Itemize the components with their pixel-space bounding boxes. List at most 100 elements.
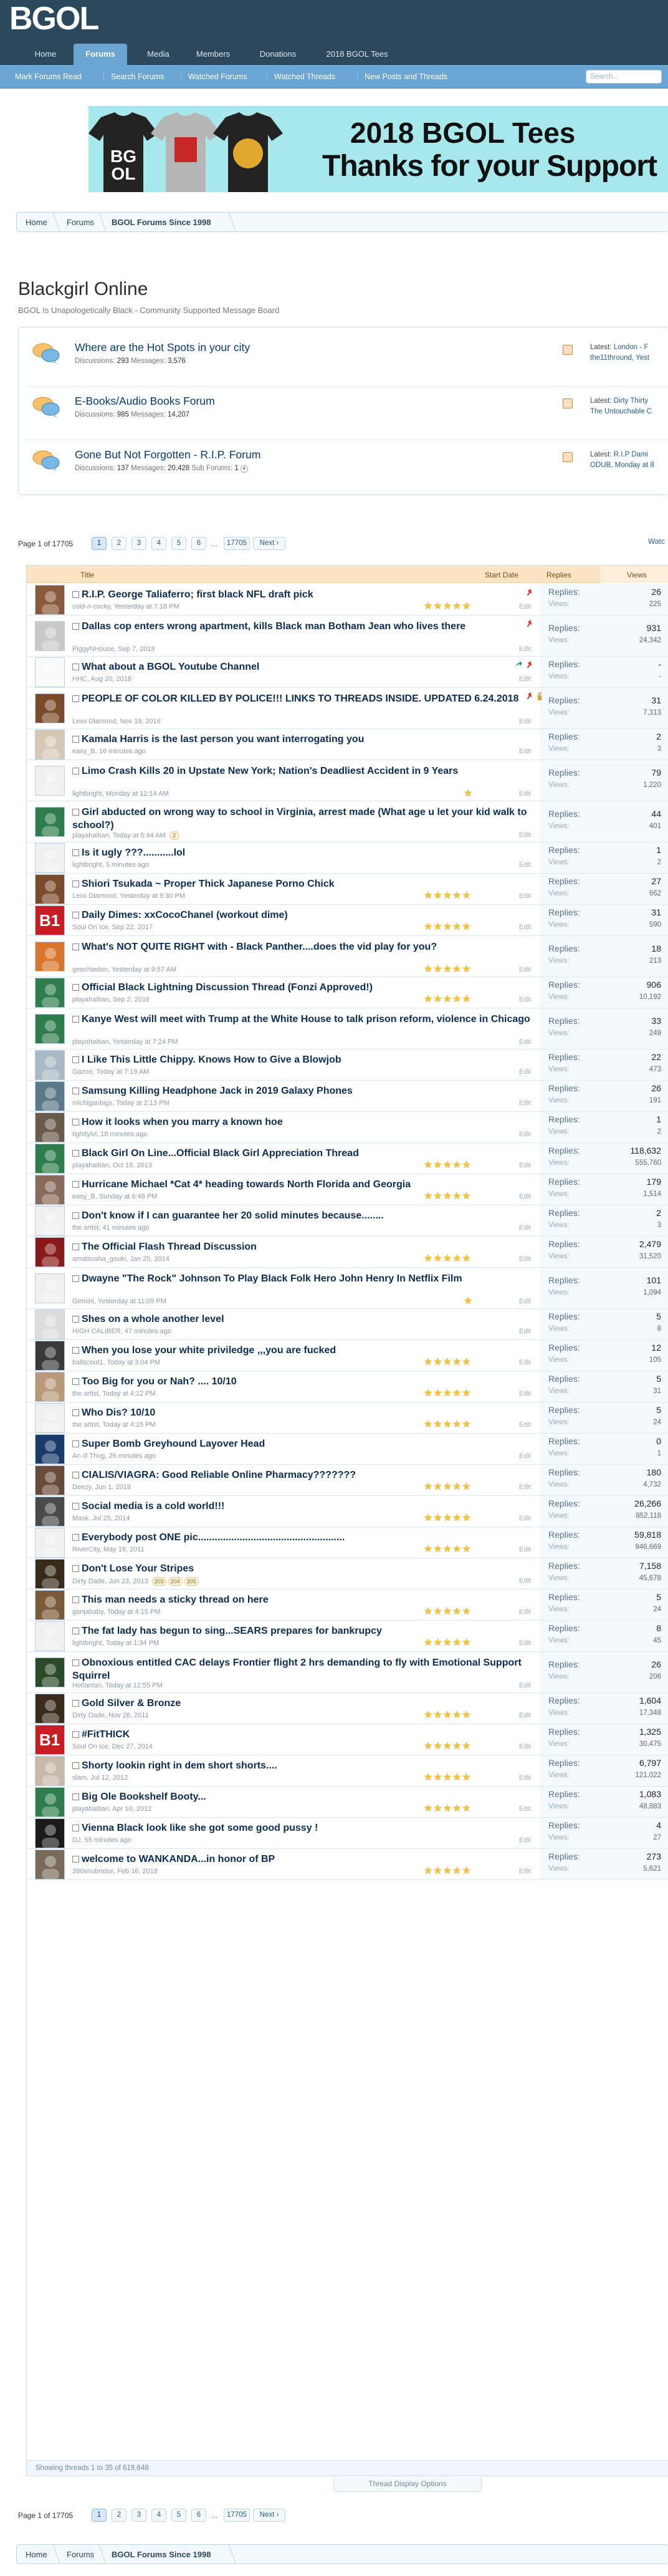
thread-start-date[interactable]: Today at 4:15 PM (102, 1421, 156, 1429)
avatar[interactable] (35, 978, 65, 1008)
thread-checkbox[interactable] (72, 1119, 79, 1126)
page-link-last[interactable]: 17705 (224, 2509, 250, 2522)
thread-title[interactable]: Too Big for you or Nah? .... 10/10 (72, 1375, 555, 1388)
edit-link[interactable]: Edit (519, 831, 531, 839)
thread-start-date[interactable]: Jun 1, 2018 (95, 1483, 131, 1491)
thread-title[interactable]: What about a BGOL Youtube Channel (72, 660, 555, 673)
thread-start-date[interactable]: 16 minutes ago (99, 748, 146, 755)
thread-checkbox[interactable] (72, 1534, 79, 1541)
edit-link[interactable]: Edit (519, 675, 531, 683)
avatar[interactable] (35, 621, 65, 651)
subnav-link-search-forums[interactable]: Search Forums (111, 72, 164, 81)
rating-stars[interactable]: ★★★★★ (424, 1420, 472, 1430)
thread-author[interactable]: PiggyNHouse (72, 645, 114, 653)
rating-stars[interactable]: ★★★★★ (424, 1866, 472, 1876)
edit-link[interactable]: Edit (519, 924, 531, 931)
thread-title-text[interactable]: Dallas cop enters wrong apartment, kills… (82, 621, 465, 632)
edit-link[interactable]: Edit (519, 1038, 531, 1046)
thread-title-text[interactable]: Black Girl On Line...Official Black Girl… (82, 1148, 359, 1159)
thread-title[interactable]: Dallas cop enters wrong apartment, kills… (72, 620, 555, 633)
thread-start-date[interactable]: Jul 12, 2012 (90, 1774, 128, 1782)
nav-tab-donations[interactable]: Donations (249, 44, 307, 65)
thread-title-text[interactable]: Obnoxious entitled CAC delays Frontier f… (72, 1657, 522, 1681)
thread-title-text[interactable]: Too Big for you or Nah? .... 10/10 (82, 1376, 237, 1387)
thread-row[interactable]: When you lose your white priviledge ,,,y… (27, 1340, 668, 1371)
avatar[interactable] (35, 585, 65, 615)
thread-row[interactable]: Everybody post ONE pic..................… (27, 1527, 668, 1558)
thread-checkbox[interactable] (72, 809, 79, 816)
thread-row[interactable]: welcome to WANKANDA...in honor of BP 380s… (27, 1849, 668, 1880)
thread-author[interactable]: easy_B (72, 1193, 95, 1200)
thread-start-date[interactable]: 18 minutes ago (100, 1131, 147, 1138)
thread-start-date[interactable]: Jun 23, 2013 (108, 1578, 148, 1585)
avatar[interactable]: B1 (35, 1725, 65, 1755)
thread-checkbox[interactable] (72, 1762, 79, 1769)
avatar[interactable] (35, 1621, 65, 1651)
thread-author[interactable]: michiganbigs (72, 1099, 112, 1107)
avatar[interactable] (35, 657, 65, 687)
avatar[interactable] (35, 1694, 65, 1724)
thread-title-text[interactable]: Vienna Black look like she got some good… (82, 1823, 318, 1833)
thread-start-date[interactable]: Yesterday at 7:18 PM (114, 603, 179, 610)
thread-title-text[interactable]: Official Black Lightning Discussion Thre… (82, 982, 373, 993)
thread-author[interactable]: 380snubnose (72, 1868, 113, 1875)
thread-start-date[interactable]: Feb 16, 2018 (117, 1868, 158, 1875)
edit-link[interactable]: Edit (519, 1515, 531, 1522)
thread-start-date[interactable]: Dec 27, 2014 (112, 1743, 153, 1750)
thread-title[interactable]: Who Dis? 10/10 (72, 1406, 555, 1419)
avatar[interactable] (35, 942, 65, 972)
avatar[interactable] (35, 1657, 65, 1687)
thread-title[interactable]: When you lose your white priviledge ,,,y… (72, 1344, 555, 1357)
rating-stars[interactable]: ★★★★★ (424, 922, 472, 932)
thread-row[interactable]: Dallas cop enters wrong apartment, kills… (27, 615, 668, 657)
thread-checkbox[interactable] (72, 1731, 79, 1738)
thread-author[interactable]: Hotlantan (72, 1682, 102, 1689)
thread-title[interactable]: Shiori Tsukada ~ Proper Thick Japanese P… (72, 877, 555, 890)
page-link-4[interactable]: 4 (151, 2509, 166, 2522)
thread-checkbox[interactable] (72, 1016, 79, 1023)
thread-row[interactable]: B1 #FitTHICK Soul On Ice, Dec 27, 2014 ★★★★… (27, 1724, 668, 1755)
thread-row[interactable]: CIALIS/VIAGRA: Good Reliable Online Phar… (27, 1465, 668, 1496)
avatar[interactable] (35, 1206, 65, 1236)
thread-title-text[interactable]: Big Ole Bookshelf Booty... (82, 1792, 206, 1802)
avatar[interactable] (35, 1528, 65, 1558)
thread-start-date[interactable]: Today at 4:15 PM (107, 1608, 161, 1616)
thread-title-text[interactable]: Everybody post ONE pic..................… (82, 1532, 345, 1543)
thread-row[interactable]: Don't know if I can guarantee her 20 sol… (27, 1205, 668, 1237)
edit-link[interactable]: Edit (519, 645, 531, 653)
rating-stars[interactable]: ★★★★★ (424, 1192, 472, 1202)
thread-checkbox[interactable] (72, 1700, 79, 1707)
thread-title-text[interactable]: Daily Dimes: xxCocoChanel (workout dime) (82, 910, 288, 920)
edit-link[interactable]: Edit (519, 1608, 531, 1616)
search-input[interactable]: Search... (586, 70, 662, 84)
thread-row[interactable]: Shiori Tsukada ~ Proper Thick Japanese P… (27, 874, 668, 905)
rss-icon[interactable] (563, 452, 573, 462)
avatar[interactable] (35, 843, 65, 873)
watch-forum-link[interactable]: Watc (648, 537, 665, 546)
thread-title-text[interactable]: What's NOT QUITE RIGHT with - Black Pant… (82, 942, 437, 952)
thread-row[interactable]: Super Bomb Greyhound Layover Head An Ill … (27, 1434, 668, 1465)
thread-start-date[interactable]: Today at 2:13 PM (116, 1099, 169, 1107)
thread-title-text[interactable]: R.I.P. George Taliaferro; first black NF… (82, 589, 313, 600)
thread-title[interactable]: I Like This Little Chippy. Knows How to … (72, 1053, 555, 1066)
avatar[interactable] (35, 1310, 65, 1339)
avatar[interactable] (35, 693, 65, 723)
thread-title[interactable]: Dwayne "The Rock" Johnson To Play Black … (72, 1272, 555, 1285)
thread-checkbox[interactable] (72, 1472, 79, 1479)
thread-author[interactable]: DJ (72, 1836, 80, 1844)
edit-link[interactable]: Edit (519, 1483, 531, 1491)
thread-author[interactable]: lightbright (72, 1639, 102, 1647)
thread-checkbox[interactable] (72, 1409, 79, 1416)
avatar[interactable] (35, 1175, 65, 1205)
avatar[interactable] (35, 1144, 65, 1174)
thread-author[interactable]: Dirty Dade (72, 1578, 105, 1585)
subforum-title[interactable]: E-Books/Audio Books Forum (75, 395, 215, 408)
thread-author[interactable]: the artist (72, 1224, 98, 1232)
thread-title-text[interactable]: Limo Crash Kills 20 in Upstate New York;… (82, 766, 458, 776)
avatar[interactable] (35, 1341, 65, 1371)
next-page-button[interactable]: Next › (253, 537, 285, 550)
nav-tab-2018-bgol-tees[interactable]: 2018 BGOL Tees (317, 44, 398, 65)
thread-title[interactable]: Kanye West will meet with Trump at the W… (72, 1013, 555, 1026)
thread-page-link[interactable]: 205 (184, 1577, 199, 1586)
thread-row[interactable]: Too Big for you or Nah? .... 10/10 the ar… (27, 1371, 668, 1402)
